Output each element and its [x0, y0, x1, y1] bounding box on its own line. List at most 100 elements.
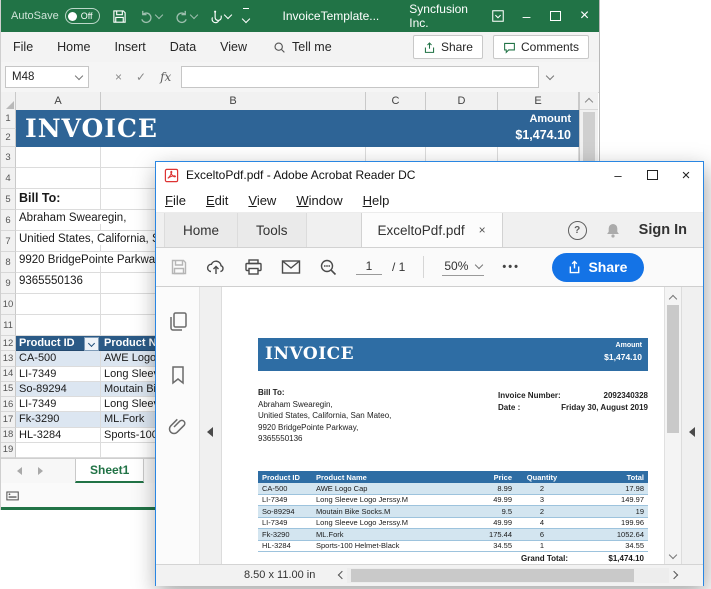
accessibility-status-icon[interactable]: [6, 489, 20, 502]
attachments-paperclip-icon[interactable]: [168, 417, 188, 437]
acrobat-maximize-button[interactable]: [635, 162, 669, 188]
cell[interactable]: So-89294: [16, 382, 101, 397]
column-header-a[interactable]: A: [16, 92, 101, 110]
ribbon-tab-data[interactable]: Data: [158, 32, 208, 62]
menu-edit[interactable]: Edit: [197, 193, 237, 208]
row-header[interactable]: 5: [1, 189, 16, 210]
page-thumbnails-icon[interactable]: [167, 311, 189, 333]
row-header[interactable]: 11: [1, 315, 16, 336]
scroll-right-icon[interactable]: [670, 570, 678, 578]
close-document-tab-icon[interactable]: ×: [479, 223, 486, 237]
tab-document[interactable]: ExceltoPdf.pdf ×: [361, 213, 503, 247]
row-header[interactable]: 4: [1, 168, 16, 189]
autosave-toggle[interactable]: Off: [65, 8, 100, 24]
acrobat-vertical-scrollbar[interactable]: [664, 287, 681, 564]
scroll-left-icon[interactable]: [338, 570, 346, 578]
formula-input[interactable]: [181, 66, 539, 88]
excel-close-button[interactable]: ×: [570, 0, 599, 32]
ribbon-tab-home[interactable]: Home: [45, 32, 102, 62]
cell[interactable]: Product ID: [16, 336, 101, 351]
column-header-e[interactable]: E: [498, 92, 579, 110]
acrobat-horizontal-scrollbar[interactable]: [339, 568, 677, 583]
ribbon-display-options-button[interactable]: [483, 0, 512, 32]
notifications-bell-icon[interactable]: [605, 222, 621, 239]
acrobat-close-button[interactable]: ×: [669, 162, 703, 188]
excel-comments-button[interactable]: Comments: [493, 35, 589, 59]
row-header[interactable]: 1: [1, 110, 16, 129]
sheet-tab-sheet1[interactable]: Sheet1: [75, 459, 144, 483]
scrollbar-thumb[interactable]: [351, 569, 634, 582]
row-header[interactable]: 2: [1, 129, 16, 148]
more-tools-button[interactable]: •••: [502, 261, 520, 273]
menu-view[interactable]: View: [239, 193, 285, 208]
cell[interactable]: LI-7349: [16, 367, 101, 382]
row-header[interactable]: 9: [1, 273, 16, 294]
row-header[interactable]: 19: [1, 443, 16, 458]
insert-function-button[interactable]: fx: [160, 70, 171, 84]
scroll-up-icon[interactable]: [669, 295, 677, 303]
ribbon-tab-view[interactable]: View: [208, 32, 259, 62]
row-header[interactable]: 3: [1, 147, 16, 168]
previous-sheet-button[interactable]: [17, 467, 22, 475]
cell[interactable]: CA-500: [16, 351, 101, 366]
scrollbar-track[interactable]: [347, 568, 669, 583]
row-header[interactable]: 7: [1, 231, 16, 252]
row-header[interactable]: 6: [1, 210, 16, 231]
tell-me-box[interactable]: Tell me: [273, 40, 332, 54]
page-number-input[interactable]: 1: [356, 259, 382, 275]
email-button[interactable]: [281, 259, 301, 275]
enter-button[interactable]: ✓: [136, 70, 146, 84]
select-all-button[interactable]: [1, 92, 16, 110]
excel-maximize-button[interactable]: [541, 0, 570, 32]
acrobat-minimize-button[interactable]: –: [601, 162, 635, 188]
cell[interactable]: LI-7349: [16, 397, 101, 412]
excel-minimize-button[interactable]: –: [512, 0, 541, 32]
quick-access-customize-button[interactable]: [243, 8, 249, 25]
zoom-level-dropdown[interactable]: 50%: [442, 259, 484, 276]
row-header[interactable]: 16: [1, 397, 16, 412]
menu-help[interactable]: Help: [354, 193, 399, 208]
ribbon-tab-file[interactable]: File: [1, 32, 45, 62]
redo-button[interactable]: [174, 9, 197, 24]
scroll-up-button[interactable]: [580, 92, 598, 110]
formula-bar-expand-icon[interactable]: [546, 72, 554, 80]
menu-window[interactable]: Window: [287, 193, 351, 208]
row-header[interactable]: 8: [1, 252, 16, 273]
touch-mode-button[interactable]: [209, 9, 231, 24]
filter-dropdown-button[interactable]: [84, 337, 99, 351]
next-sheet-button[interactable]: [38, 467, 43, 475]
tab-tools[interactable]: Tools: [238, 213, 307, 247]
row-header[interactable]: 18: [1, 428, 16, 443]
save-file-button[interactable]: [170, 258, 188, 276]
column-header-d[interactable]: D: [426, 92, 498, 110]
scrollbar-thumb[interactable]: [667, 305, 679, 433]
save-button[interactable]: [112, 9, 127, 24]
nav-pane-collapse-strip[interactable]: [200, 287, 222, 564]
cell[interactable]: Bill To:: [16, 189, 101, 210]
ribbon-tab-insert[interactable]: Insert: [103, 32, 158, 62]
marquee-zoom-icon[interactable]: [319, 258, 338, 277]
cell[interactable]: [16, 315, 101, 336]
acrobat-share-button[interactable]: Share: [552, 253, 644, 282]
cell[interactable]: [16, 147, 101, 168]
column-header-c[interactable]: C: [366, 92, 426, 110]
row-header[interactable]: 17: [1, 412, 16, 427]
cell[interactable]: [16, 443, 101, 458]
cell[interactable]: Unitied States, California, San Mateo,: [16, 231, 101, 252]
menu-file[interactable]: File: [156, 193, 195, 208]
cell[interactable]: 9365550136: [16, 273, 101, 294]
row-header[interactable]: 12: [1, 336, 16, 351]
name-box[interactable]: M48: [5, 66, 89, 88]
cell[interactable]: [16, 168, 101, 189]
collapse-left-pane-icon[interactable]: [207, 427, 213, 437]
cell[interactable]: Abraham Swearegin,: [16, 210, 101, 231]
help-icon[interactable]: ?: [568, 221, 587, 240]
cloud-upload-button[interactable]: [206, 258, 226, 276]
row-header[interactable]: 10: [1, 294, 16, 315]
cell[interactable]: HL-3284: [16, 428, 101, 443]
bookmarks-icon[interactable]: [169, 365, 187, 385]
print-button[interactable]: [244, 258, 263, 276]
tools-pane-collapse-strip[interactable]: [681, 287, 703, 564]
excel-share-button[interactable]: Share: [413, 35, 483, 59]
cell[interactable]: 9920 BridgePointe Parkway,: [16, 252, 101, 273]
